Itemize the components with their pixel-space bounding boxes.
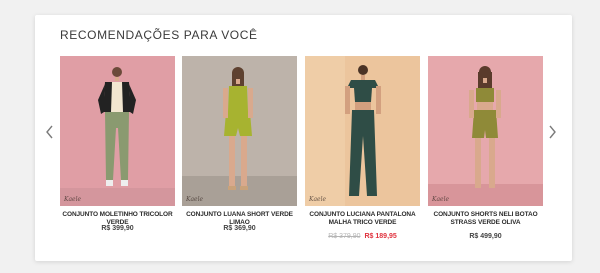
brand-watermark: Kaele (432, 196, 450, 203)
product-image[interactable]: Kaele (428, 56, 543, 206)
product-price: R$ 369,90 (223, 225, 256, 232)
model-photo (60, 56, 175, 206)
product-image[interactable]: Kaele (60, 56, 175, 206)
product-price: R$ 399,90 (101, 225, 134, 232)
old-price: R$ 379,90 (328, 233, 361, 240)
brand-watermark: Kaele (309, 196, 327, 203)
model-photo (182, 56, 297, 206)
model-photo (428, 56, 543, 206)
product-name[interactable]: CONJUNTO SHORTS NELI BOTAO STRASS VERDE … (422, 211, 549, 227)
product-carousel: Kaele CONJUNTO MOLETINHO TRICOLOR VERDE … (60, 56, 550, 256)
product-name[interactable]: CONJUNTO LUCIANA PANTALONA MALHA TRICO V… (299, 211, 426, 227)
carousel-next-button[interactable] (545, 123, 559, 141)
chevron-left-icon (46, 125, 53, 139)
product-image[interactable]: Kaele (182, 56, 297, 206)
carousel-prev-button[interactable] (43, 123, 57, 141)
chevron-right-icon (549, 125, 556, 139)
sale-price: R$ 189,95 (364, 233, 397, 240)
brand-watermark: Kaele (186, 196, 204, 203)
brand-watermark: Kaele (64, 196, 82, 203)
model-photo (305, 56, 420, 206)
product-price: R$ 379,90 R$ 189,95 (305, 233, 420, 240)
product-image[interactable]: Kaele (305, 56, 420, 206)
section-title: RECOMENDAÇÕES PARA VOCÊ (60, 28, 258, 42)
recommendations-panel: RECOMENDAÇÕES PARA VOCÊ Kaele CONJUNTO M… (35, 15, 572, 261)
product-price: R$ 499,90 (469, 233, 502, 240)
